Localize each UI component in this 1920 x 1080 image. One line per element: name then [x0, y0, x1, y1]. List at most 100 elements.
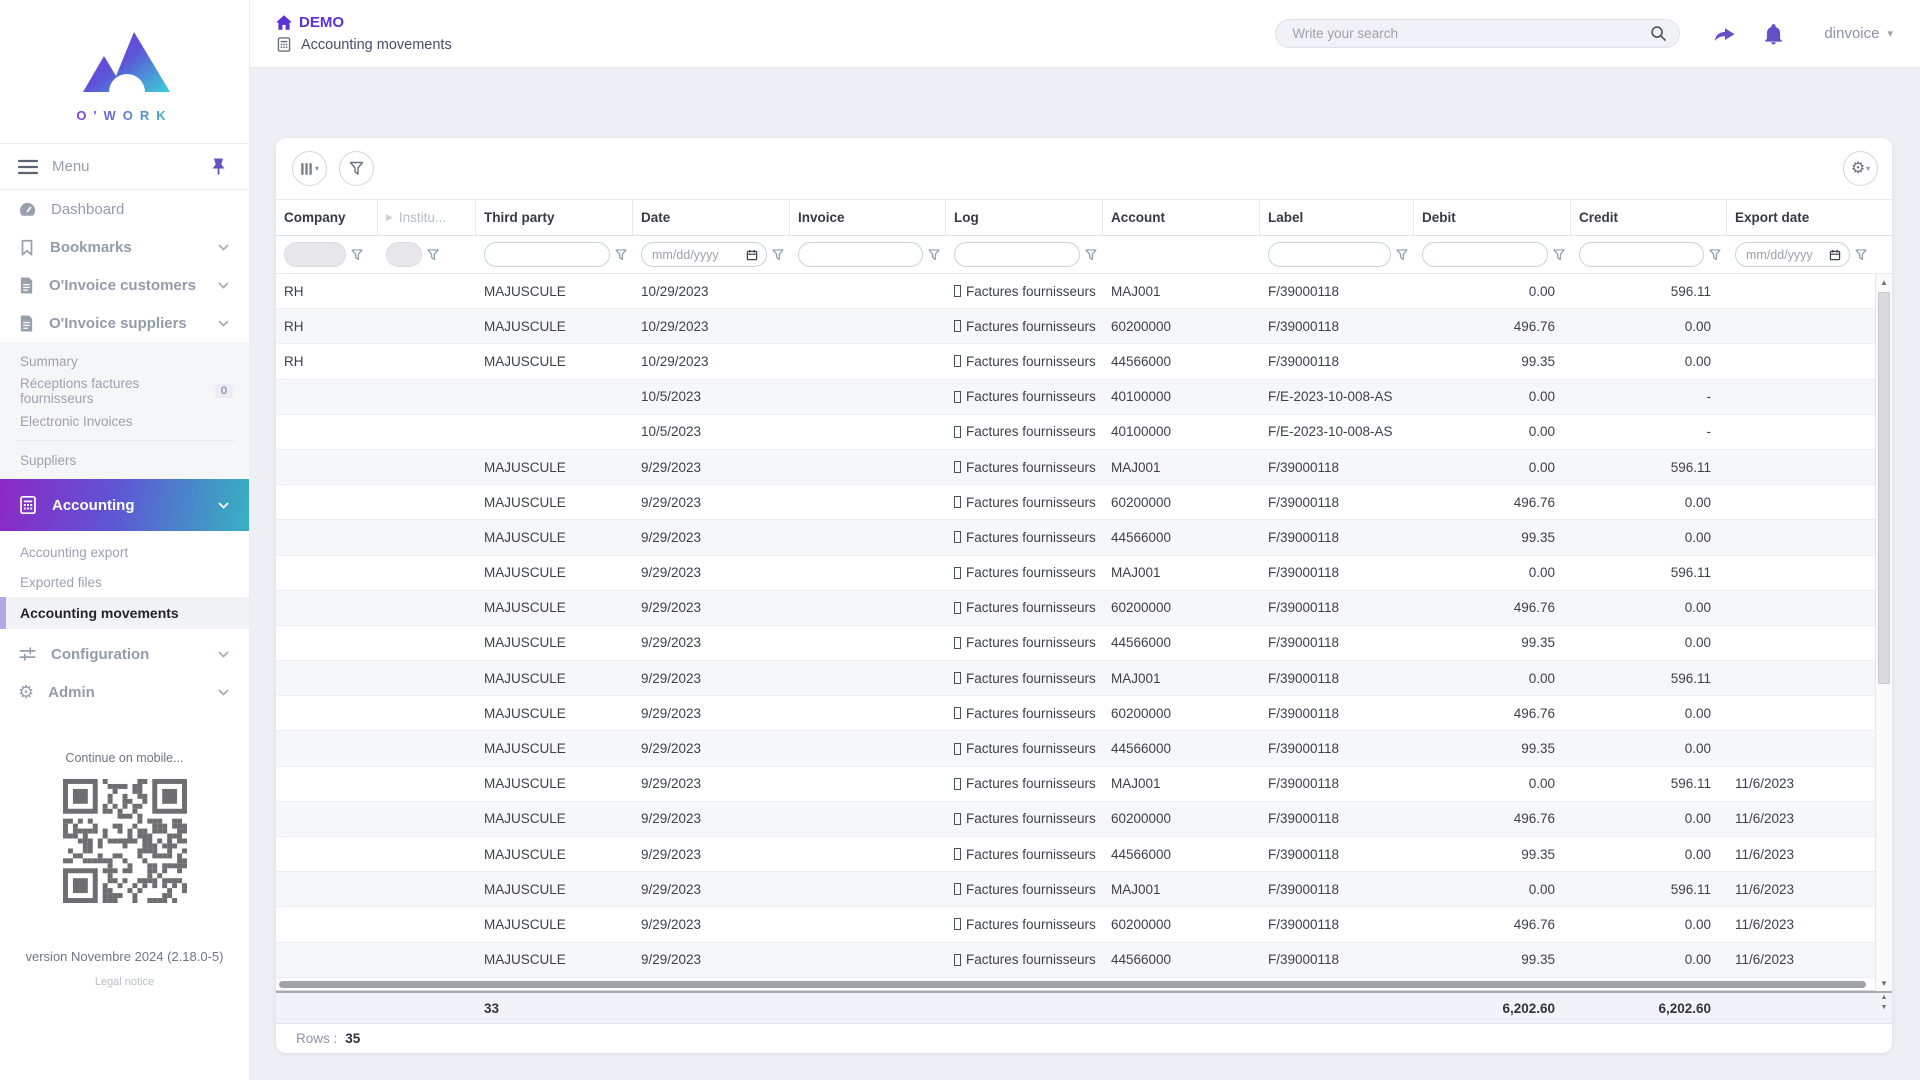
brand-logo[interactable]: O'WORK [0, 0, 249, 144]
scroll-up-button[interactable]: ▲ [1876, 274, 1892, 290]
funnel-icon[interactable] [1396, 249, 1408, 261]
missing-glyph-icon [954, 707, 961, 719]
table-row[interactable]: MAJUSCULE9/29/2023Factures fournisseursM… [276, 661, 1892, 696]
sidebar-item-accounting-export[interactable]: Accounting export [0, 537, 249, 567]
table-row[interactable]: 10/5/2023Factures fournisseurs40100000F/… [276, 380, 1892, 415]
filter-date-input[interactable]: mm/dd/yyyy [641, 242, 767, 267]
cell-institution [378, 344, 476, 378]
table-row[interactable]: MAJUSCULE9/29/2023Factures fournisseurs4… [276, 943, 1892, 978]
column-header-account[interactable]: Account [1103, 200, 1260, 235]
legal-notice-link[interactable]: Legal notice [0, 976, 249, 988]
share-button[interactable] [1712, 23, 1737, 44]
cell-institution [378, 661, 476, 695]
column-header-institu[interactable]: ▶Institu... [378, 200, 476, 235]
table-row[interactable]: RHMAJUSCULE10/29/2023Factures fournisseu… [276, 309, 1892, 344]
cell-export-date [1727, 450, 1873, 484]
scroll-down-button[interactable]: ▼ [1877, 1004, 1891, 1011]
scroll-up-button[interactable]: ▲ [1877, 994, 1891, 1001]
user-menu[interactable]: dinvoice ▾ [1824, 25, 1893, 42]
search-icon[interactable] [1650, 25, 1667, 42]
table-row[interactable]: MAJUSCULE9/29/2023Factures fournisseursM… [276, 450, 1892, 485]
sidebar-item-summary[interactable]: Summary [0, 346, 249, 376]
table-row[interactable]: MAJUSCULE9/29/2023Factures fournisseurs6… [276, 591, 1892, 626]
table-row[interactable]: MAJUSCULE9/29/2023Factures fournisseurs4… [276, 837, 1892, 872]
sidebar-item-configuration[interactable]: Configuration [0, 635, 249, 673]
column-header-log[interactable]: Log [946, 200, 1103, 235]
funnel-icon[interactable] [351, 249, 363, 261]
funnel-icon[interactable] [615, 249, 627, 261]
column-header-label[interactable]: Label [1260, 200, 1414, 235]
filter-date-input[interactable]: mm/dd/yyyy [1735, 242, 1850, 267]
sidebar-menu-toggle[interactable]: Menu [0, 144, 249, 190]
funnel-icon[interactable] [1553, 249, 1565, 261]
missing-glyph-icon [954, 391, 961, 403]
table-row[interactable]: MAJUSCULE9/29/2023Factures fournisseurs6… [276, 907, 1892, 942]
calendar-icon[interactable] [1829, 249, 1841, 261]
cell-export-date [1727, 591, 1873, 625]
cell-institution [378, 802, 476, 836]
cell-institution [378, 696, 476, 730]
scroll-down-button[interactable]: ▼ [1876, 975, 1892, 991]
search-input[interactable] [1292, 26, 1650, 41]
cell-invoice [790, 661, 946, 695]
sidebar-item-admin[interactable]: ⚙ Admin [0, 673, 249, 711]
table-row[interactable]: MAJUSCULE9/29/2023Factures fournisseursM… [276, 767, 1892, 802]
sidebar-item-bookmarks[interactable]: Bookmarks [0, 228, 249, 266]
column-resize-icon[interactable]: ▶ [386, 212, 393, 223]
filter-input[interactable] [954, 242, 1080, 267]
table-row[interactable]: RHMAJUSCULE10/29/2023Factures fournisseu… [276, 274, 1892, 309]
grid-settings-button[interactable]: ⚙ ▾ [1843, 151, 1878, 186]
table-row[interactable]: 10/5/2023Factures fournisseurs40100000F/… [276, 415, 1892, 450]
funnel-icon[interactable] [928, 249, 940, 261]
column-header-credit[interactable]: Credit [1571, 200, 1727, 235]
table-row[interactable]: MAJUSCULE9/29/2023Factures fournisseursM… [276, 872, 1892, 907]
sidebar-item-suppliers[interactable]: Suppliers [0, 445, 249, 475]
column-chooser-button[interactable]: ▾ [292, 151, 327, 186]
rows-count: 35 [345, 1031, 360, 1046]
column-header-date[interactable]: Date [633, 200, 790, 235]
filter-input[interactable] [1579, 242, 1704, 267]
table-row[interactable]: MAJUSCULE9/29/2023Factures fournisseursM… [276, 556, 1892, 591]
sidebar-item-accounting-movements[interactable]: Accounting movements [0, 597, 249, 629]
vertical-scrollbar-thumb[interactable] [1878, 292, 1890, 684]
sidebar-item-receptions[interactable]: Réceptions factures fournisseurs 0 [0, 376, 249, 406]
sidebar-item-oinvoice-suppliers[interactable]: O'Invoice suppliers [0, 304, 249, 342]
table-row[interactable]: MAJUSCULE9/29/2023Factures fournisseurs4… [276, 520, 1892, 555]
table-row[interactable]: MAJUSCULE9/29/2023Factures fournisseurs6… [276, 696, 1892, 731]
cell-log: Factures fournisseurs [946, 344, 1103, 378]
horizontal-scrollbar[interactable] [276, 978, 1892, 991]
funnel-icon[interactable] [1085, 249, 1097, 261]
cell-debit: 0.00 [1414, 450, 1571, 484]
funnel-icon[interactable] [1709, 249, 1721, 261]
sidebar-item-accounting[interactable]: Accounting [0, 479, 249, 531]
pin-icon[interactable] [210, 157, 227, 176]
sidebar-item-exported-files[interactable]: Exported files [0, 567, 249, 597]
table-row[interactable]: MAJUSCULE9/29/2023Factures fournisseurs4… [276, 626, 1892, 661]
breadcrumb-home[interactable]: DEMO [276, 14, 452, 31]
table-row[interactable]: MAJUSCULE9/29/2023Factures fournisseurs6… [276, 485, 1892, 520]
filter-button[interactable] [339, 151, 374, 186]
column-header-company[interactable]: Company [276, 200, 378, 235]
filter-input[interactable] [798, 242, 923, 267]
table-row[interactable]: RHMAJUSCULE10/29/2023Factures fournisseu… [276, 344, 1892, 379]
funnel-icon[interactable] [1855, 249, 1867, 261]
funnel-icon[interactable] [427, 249, 439, 261]
vertical-scrollbar[interactable]: ▲ ▼ [1875, 274, 1892, 991]
funnel-icon[interactable] [772, 249, 784, 261]
column-header-invoice[interactable]: Invoice [790, 200, 946, 235]
column-header-third-party[interactable]: Third party [476, 200, 633, 235]
sidebar-item-oinvoice-customers[interactable]: O'Invoice customers [0, 266, 249, 304]
filter-input[interactable] [1268, 242, 1391, 267]
column-header-debit[interactable]: Debit [1414, 200, 1571, 235]
chevron-down-icon: ▾ [1866, 164, 1870, 173]
horizontal-scrollbar-thumb[interactable] [279, 981, 1866, 988]
calendar-icon[interactable] [746, 249, 758, 261]
table-row[interactable]: MAJUSCULE9/29/2023Factures fournisseurs6… [276, 802, 1892, 837]
filter-input[interactable] [484, 242, 610, 267]
table-row[interactable]: MAJUSCULE9/29/2023Factures fournisseurs4… [276, 731, 1892, 766]
sidebar-item-electronic-invoices[interactable]: Electronic Invoices [0, 406, 249, 436]
notifications-button[interactable] [1763, 23, 1784, 45]
sidebar-item-dashboard[interactable]: Dashboard [0, 190, 249, 228]
filter-input[interactable] [1422, 242, 1548, 267]
column-header-export-date[interactable]: Export date [1727, 200, 1873, 235]
